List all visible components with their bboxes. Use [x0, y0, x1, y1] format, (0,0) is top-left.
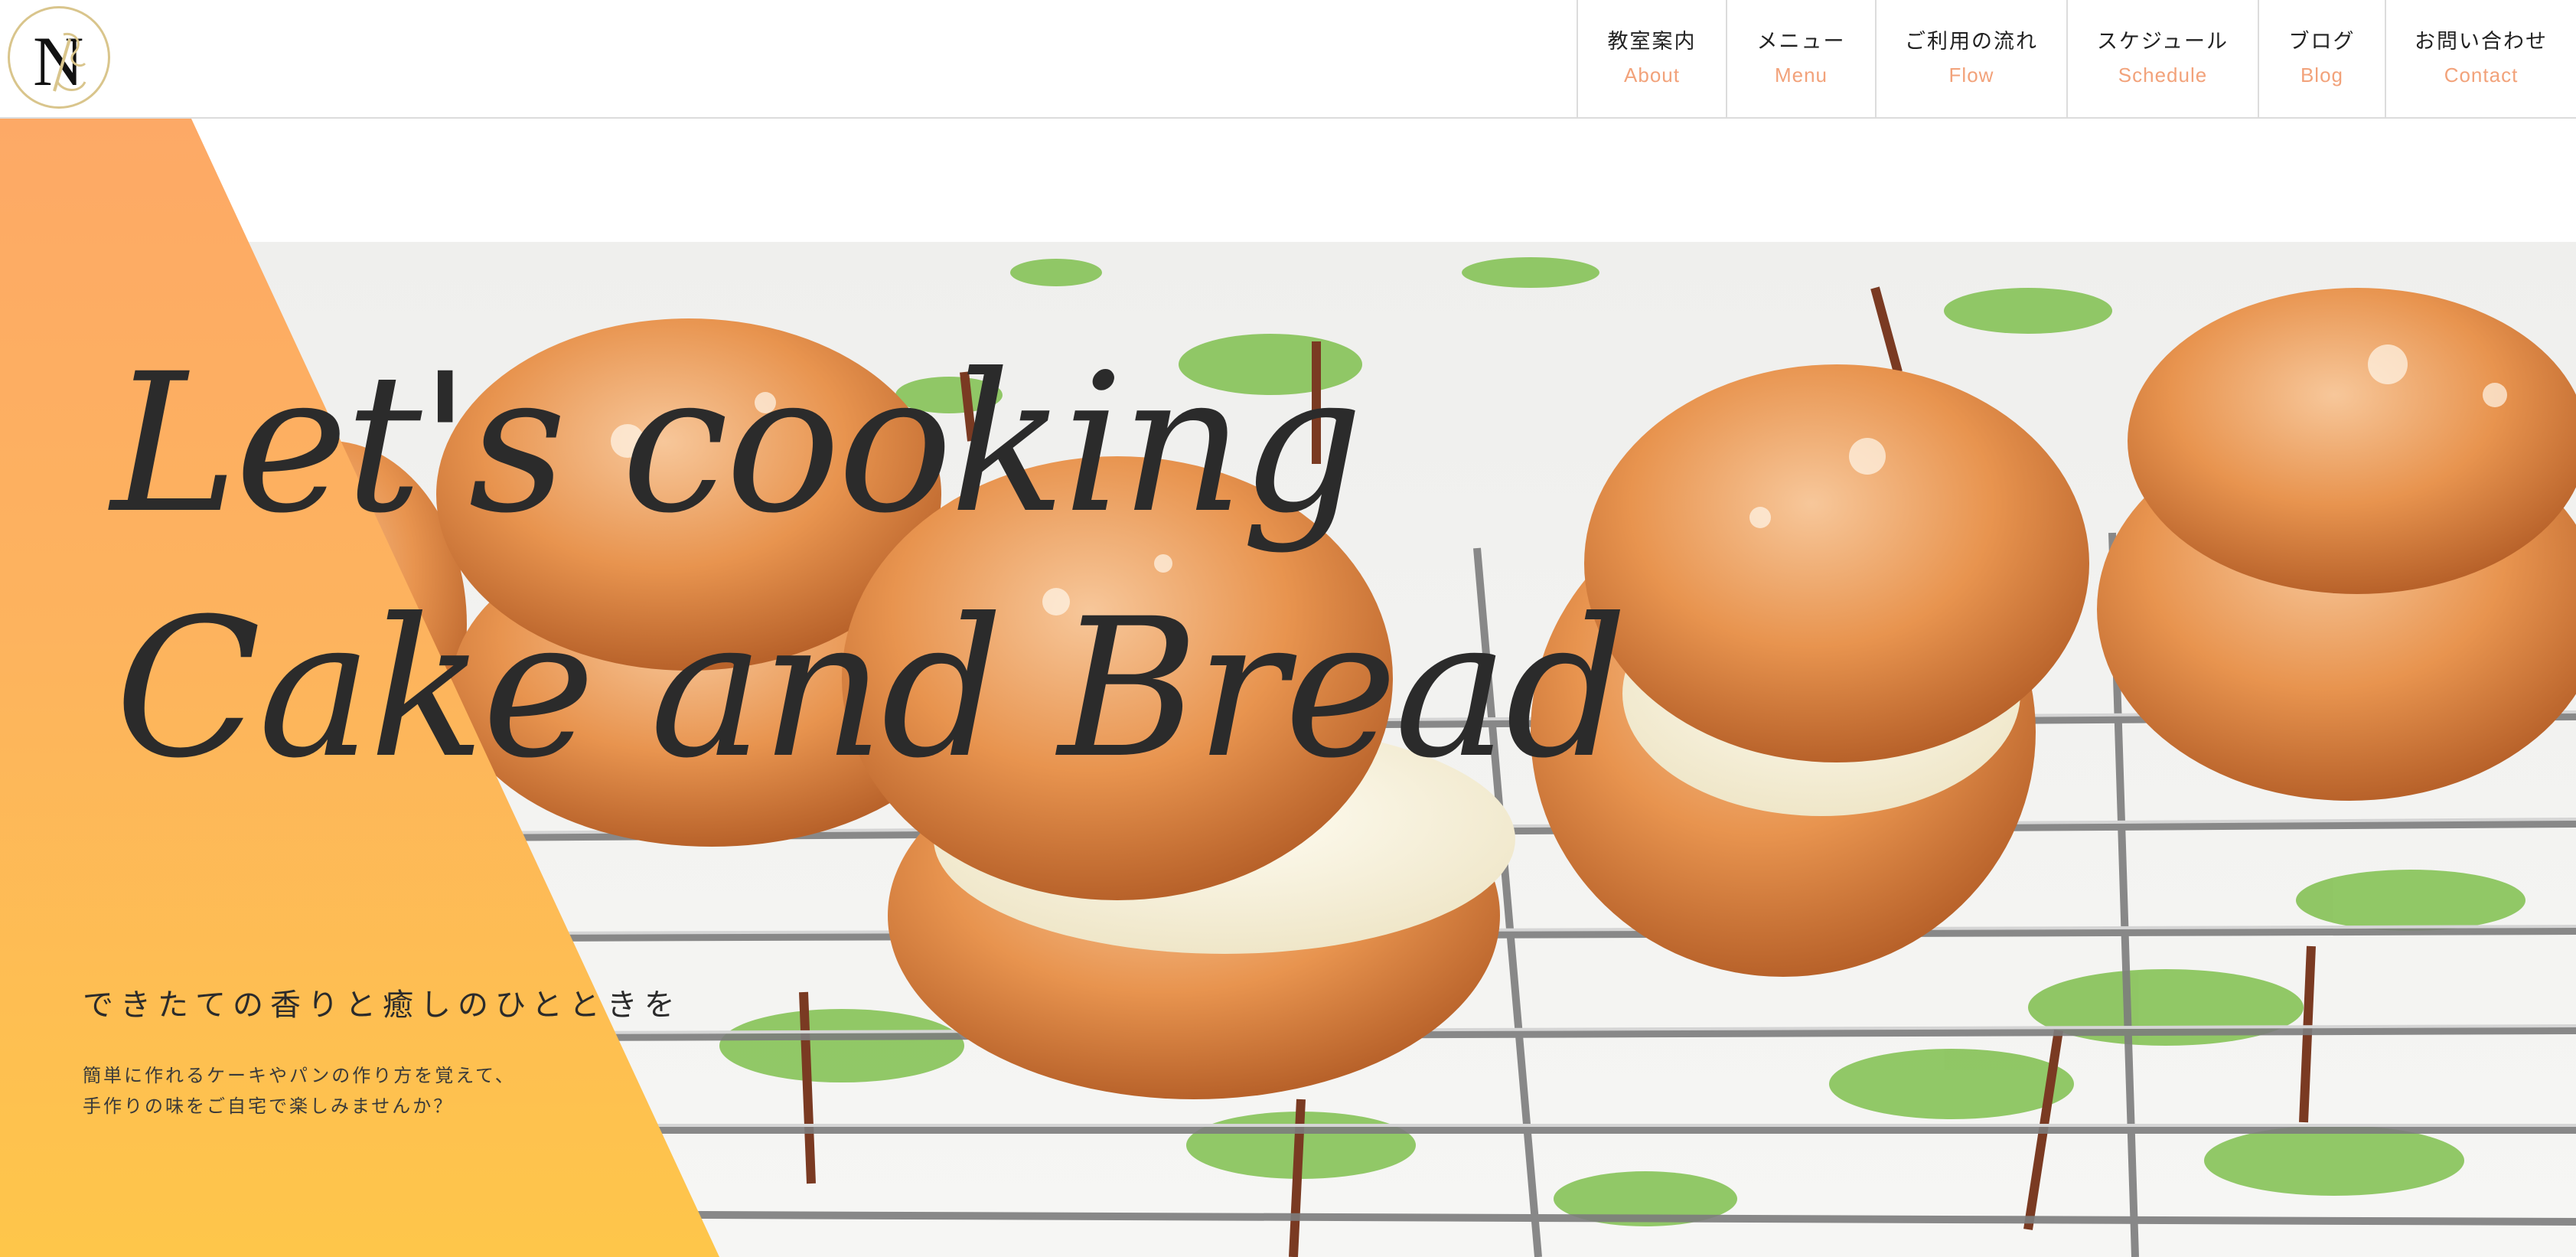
nav-label-ja: ブログ [2288, 29, 2356, 54]
nav-item-schedule[interactable]: スケジュール Schedule [2066, 0, 2258, 117]
nav-label-en: Menu [1774, 64, 1828, 87]
nav-label-ja: メニュー [1756, 29, 1846, 54]
hero-tagline: できたての香りと癒しのひとときを [83, 988, 682, 1023]
hero-script-line-2: Cake and Bread [115, 577, 1628, 800]
site-header: N 教室案内 About メニュー Menu ご利用の流れ Flow スケジュー… [0, 0, 2576, 119]
nav-item-blog[interactable]: ブログ Blog [2258, 0, 2385, 117]
nav-label-ja: ご利用の流れ [1905, 29, 2038, 54]
page: N 教室案内 About メニュー Menu ご利用の流れ Flow スケジュー… [0, 0, 2576, 1257]
hero-description-line: 手作りの味をご自宅で楽しみませんか？ [83, 1095, 455, 1117]
site-logo[interactable]: N [8, 6, 110, 109]
nav-item-menu[interactable]: メニュー Menu [1726, 0, 1875, 117]
nav-item-flow[interactable]: ご利用の流れ Flow [1875, 0, 2066, 117]
nav-label-en: About [1624, 64, 1680, 87]
nav-label-ja: お問い合わせ [2415, 29, 2548, 54]
nav-label-en: Flow [1948, 64, 1994, 87]
nav-label-en: Blog [2300, 64, 2344, 87]
hero-description: 簡単に作れるケーキやパンの作り方を覚えて、 手作りの味をご自宅で楽しみませんか？ [83, 1060, 516, 1122]
nav-label-ja: スケジュール [2096, 29, 2229, 54]
hero-description-line: 簡単に作れるケーキやパンの作り方を覚えて、 [83, 1065, 516, 1086]
hero-script-line-1: Let's cooking [111, 332, 1363, 555]
nav-label-ja: 教室案内 [1607, 29, 1697, 54]
nav-item-contact[interactable]: お問い合わせ Contact [2385, 0, 2576, 117]
nav-label-en: Contact [2444, 64, 2519, 87]
nav-item-about[interactable]: 教室案内 About [1577, 0, 1726, 117]
nav-label-en: Schedule [2118, 64, 2208, 87]
monogram-n-logo-icon: N [33, 22, 86, 100]
main-nav: 教室案内 About メニュー Menu ご利用の流れ Flow スケジュール … [1577, 0, 2576, 117]
